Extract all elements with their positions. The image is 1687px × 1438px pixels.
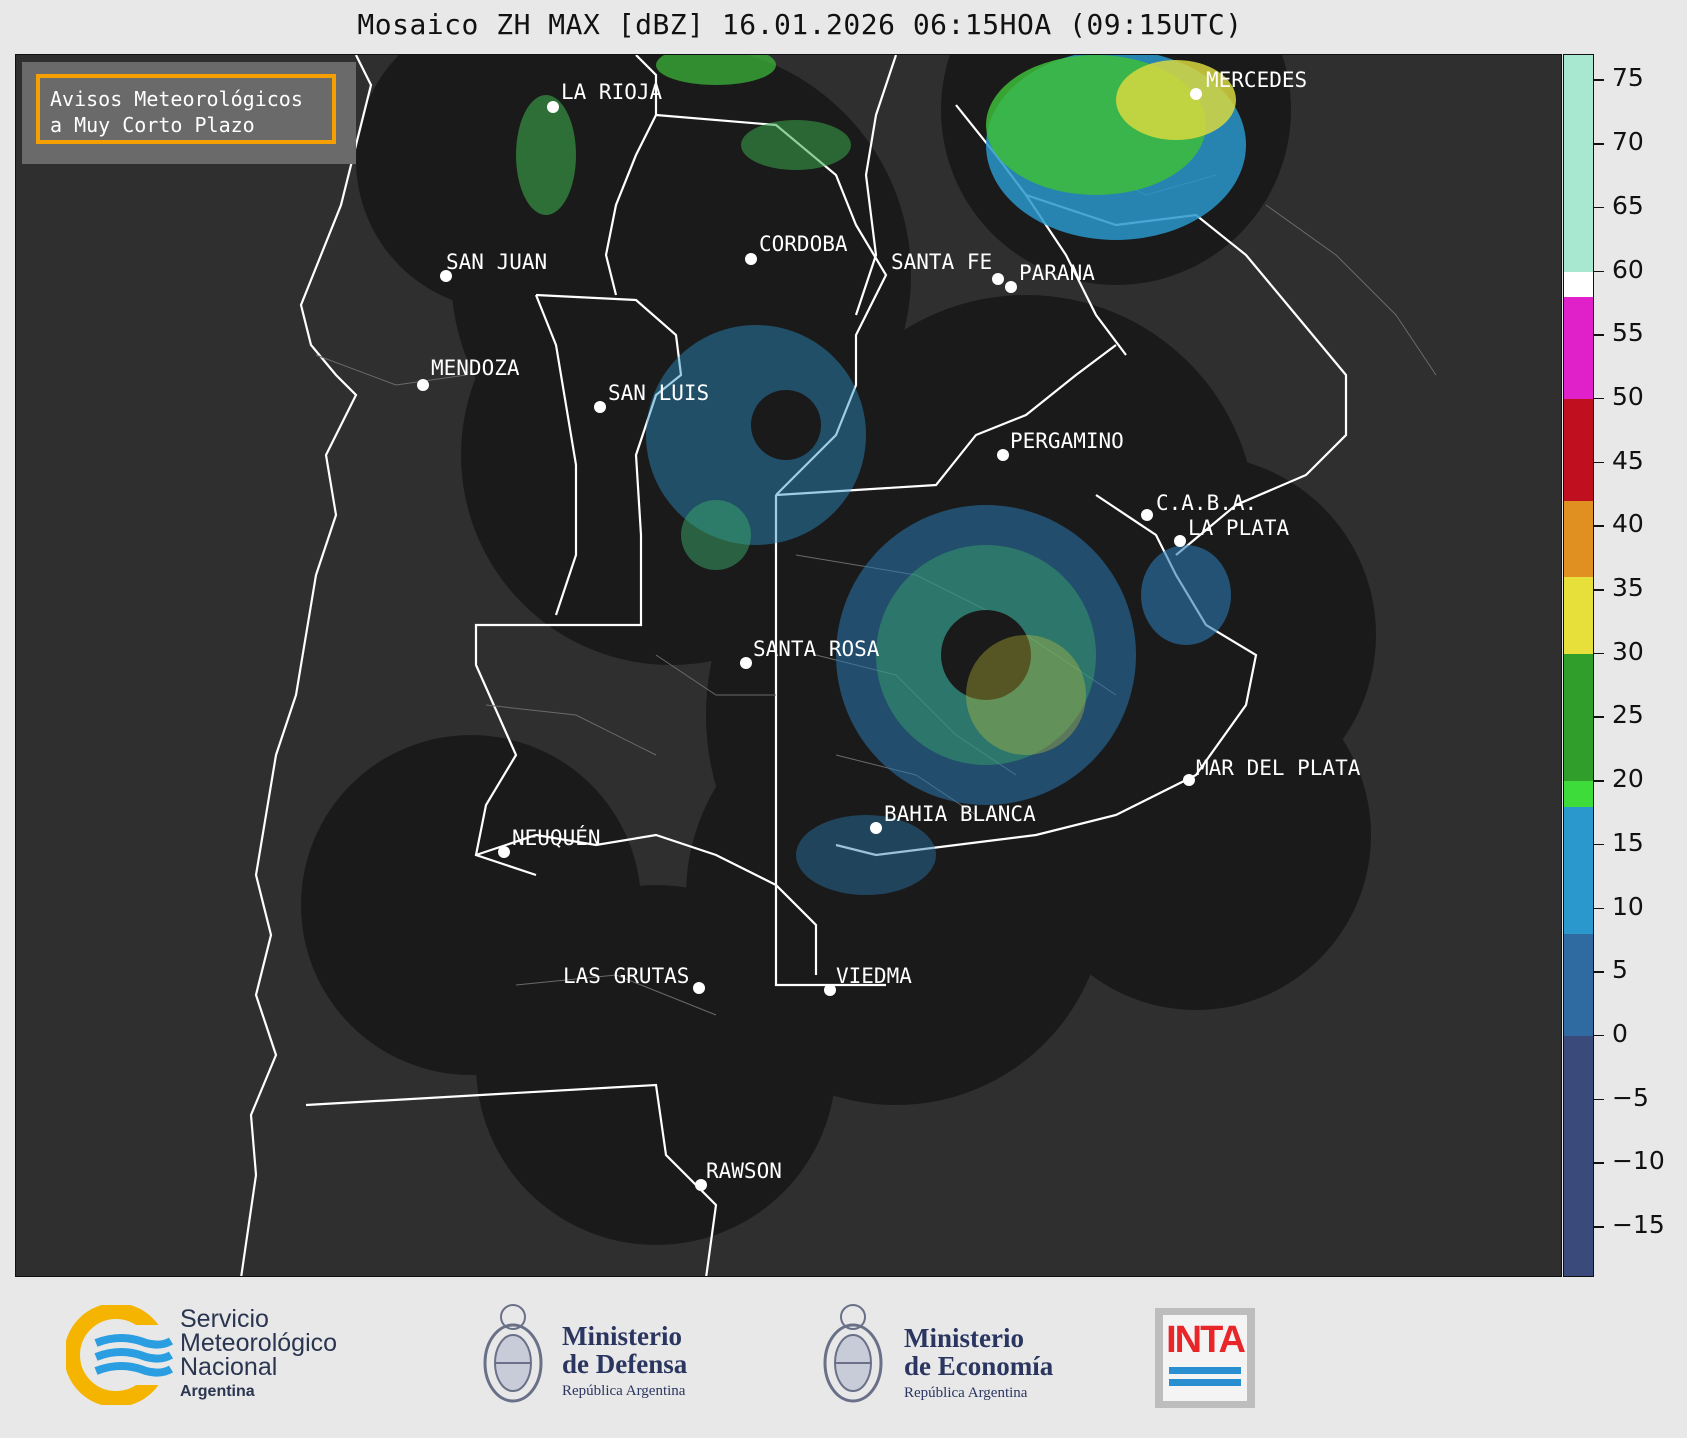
city-label-las-grutas: LAS GRUTAS	[563, 964, 689, 988]
colorbar-band	[1564, 500, 1593, 578]
colorbar-band	[1564, 806, 1593, 935]
colorbar-tick-label: 40	[1612, 509, 1644, 539]
colorbar-tick-label: 55	[1612, 318, 1644, 348]
city-label-santa-fe: SANTA FE	[891, 250, 992, 274]
colorbar-tick-mark	[1594, 270, 1604, 273]
colorbar-tick-label: −10	[1612, 1146, 1665, 1176]
colorbar-tick-label: 70	[1612, 127, 1644, 157]
smn-emblem-icon	[64, 1303, 176, 1407]
colorbar-tick-label: 35	[1612, 573, 1644, 603]
inta-text: INTA	[1166, 1319, 1246, 1361]
city-label-san-luis: SAN LUIS	[608, 381, 709, 405]
defensa-line-2: de Defensa	[562, 1349, 688, 1379]
colorbar-tick-label: 10	[1612, 891, 1644, 921]
colorbar-tick-mark	[1594, 461, 1604, 464]
colorbar-tick-mark	[1594, 397, 1604, 400]
colorbar-tick-label: 0	[1612, 1018, 1628, 1048]
city-label-pergamino: PERGAMINO	[1010, 429, 1124, 453]
colorbar-tick-mark	[1594, 1034, 1604, 1037]
colorbar-tick-label: 15	[1612, 827, 1644, 857]
colorbar-tick-label: −5	[1612, 1082, 1649, 1112]
colorbar-band	[1564, 781, 1593, 807]
city-label-la-plata: LA PLATA	[1188, 516, 1290, 540]
colorbar-tick-mark	[1594, 907, 1604, 910]
colorbar-band	[1564, 271, 1593, 298]
colorbar-tick-mark	[1594, 1098, 1604, 1101]
city-label-cordoba: CORDOBA	[759, 232, 848, 256]
city-label-caba: C.A.B.A.	[1156, 491, 1257, 515]
notice-line-2: a Muy Corto Plazo	[50, 113, 255, 137]
colorbar-tick-label: 60	[1612, 254, 1644, 284]
smn-name-line-3: Nacional	[180, 1353, 278, 1381]
colorbar-band	[1564, 398, 1593, 501]
city-label-viedma: VIEDMA	[836, 964, 912, 988]
colorbar-tick-label: −15	[1612, 1210, 1665, 1240]
colorbar-tick-label: 45	[1612, 445, 1644, 475]
colorbar-tick-mark	[1594, 525, 1604, 527]
city-label-mendoza: MENDOZA	[431, 356, 520, 380]
map-title: Mosaico ZH MAX [dBZ] 16.01.2026 06:15HOA…	[357, 8, 1243, 41]
colorbar-tick-label: 65	[1612, 190, 1644, 220]
colorbar-tick-mark	[1594, 1162, 1604, 1164]
radar-mosaic-svg: LA RIOJA CORDOBA SAN JUAN SANTA FE PARAN…	[240, 55, 1437, 1276]
colorbar-band	[1564, 55, 1593, 272]
coat-of-arms-icon	[483, 1304, 543, 1403]
economia-line-1: Ministerio	[904, 1323, 1024, 1353]
defensa-line-1: Ministerio	[562, 1321, 682, 1351]
notice-box[interactable]: Avisos Meteorológicos a Muy Corto Plazo	[36, 74, 336, 144]
colorbar-tick-label: 75	[1612, 63, 1644, 93]
colorbar-band	[1564, 1035, 1593, 1276]
ministerio-economia-logo: Ministerio de Economía República Argenti…	[818, 1295, 1078, 1425]
city-label-mar-del-plata: MAR DEL PLATA	[1196, 756, 1361, 780]
colorbar-band	[1564, 577, 1593, 654]
city-label-mercedes: MERCEDES	[1206, 68, 1307, 92]
colorbar-tick-label: 5	[1612, 955, 1628, 985]
notice-line-1: Avisos Meteorológicos	[50, 87, 303, 111]
city-label-parana: PARANA	[1019, 261, 1095, 285]
city-label-bahia-blanca: BAHIA BLANCA	[884, 802, 1036, 826]
economia-line-3: República Argentina	[904, 1385, 1028, 1401]
city-label-rawson: RAWSON	[706, 1159, 782, 1183]
colorbar-tick-mark	[1594, 1226, 1604, 1228]
colorbar-tick-mark	[1594, 971, 1604, 973]
colorbar-tick-mark	[1594, 206, 1604, 209]
coat-of-arms-icon	[823, 1304, 883, 1403]
smn-logo: Servicio Meteorológico Nacional Argentin…	[64, 1303, 386, 1415]
colorbar-band	[1564, 653, 1593, 782]
colorbar-tick-mark	[1594, 79, 1604, 81]
colorbar	[1563, 54, 1594, 1277]
colorbar-band	[1564, 934, 1593, 1036]
radar-map[interactable]: LA RIOJA CORDOBA SAN JUAN SANTA FE PARAN…	[15, 54, 1562, 1277]
colorbar-tick-mark	[1594, 843, 1604, 846]
colorbar-tick-mark	[1594, 334, 1604, 336]
colorbar-tick-mark	[1594, 652, 1604, 655]
smn-country: Argentina	[180, 1383, 255, 1400]
city-label-la-rioja: LA RIOJA	[561, 80, 663, 104]
colorbar-tick-mark	[1594, 143, 1604, 145]
colorbar-tick-label: 50	[1612, 381, 1644, 411]
colorbar-tick-mark	[1594, 589, 1604, 591]
ministerio-defensa-logo: Ministerio de Defensa República Argentin…	[478, 1295, 738, 1425]
defensa-line-3: República Argentina	[562, 1383, 686, 1399]
colorbar-tick-mark	[1594, 716, 1604, 718]
city-label-san-juan: SAN JUAN	[446, 250, 547, 274]
city-label-neuquen: NEUQUÉN	[512, 825, 601, 850]
colorbar-tick-mark	[1594, 780, 1604, 782]
inta-logo: INTA	[1155, 1308, 1255, 1408]
colorbar-tick-label: 30	[1612, 636, 1644, 666]
footer-logos: Servicio Meteorológico Nacional Argentin…	[0, 1277, 1687, 1438]
colorbar-tick-label: 25	[1612, 700, 1644, 730]
colorbar-tick-label: 20	[1612, 764, 1644, 794]
notice-panel: Avisos Meteorológicos a Muy Corto Plazo	[22, 62, 356, 164]
colorbar-band	[1564, 297, 1593, 399]
economia-line-2: de Economía	[904, 1351, 1054, 1381]
city-label-santa-rosa: SANTA ROSA	[753, 637, 880, 661]
